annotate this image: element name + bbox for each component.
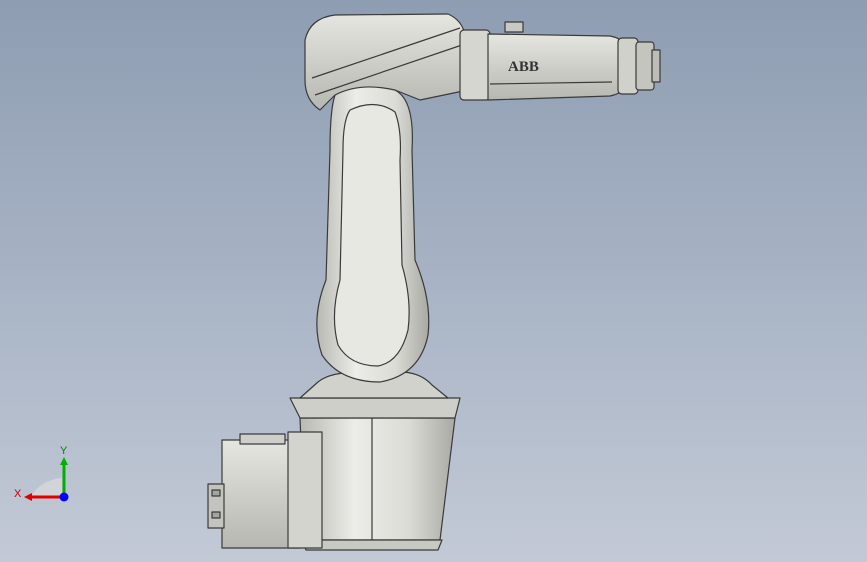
brand-logo: ABB xyxy=(508,59,539,75)
robot-model[interactable]: ABB xyxy=(0,0,867,562)
z-axis-dot xyxy=(59,492,69,502)
base-motor-box xyxy=(207,431,323,549)
3d-viewport[interactable]: ABB X Y xyxy=(0,0,867,562)
lower-arm xyxy=(316,85,430,383)
triad-z-shadow xyxy=(30,478,62,498)
axis-triad: X Y xyxy=(14,445,69,502)
y-axis-label: Y xyxy=(60,445,68,457)
x-axis-label: X xyxy=(14,488,22,500)
